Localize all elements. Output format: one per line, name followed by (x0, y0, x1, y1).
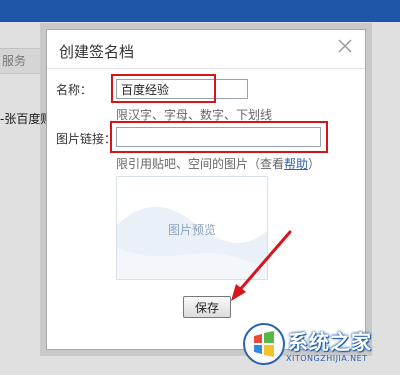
dialog-header-divider (47, 68, 365, 69)
image-link-highlight-box (110, 121, 328, 153)
windows-logo-icon (243, 323, 285, 365)
watermark-url: XITONGZHIJIA.NET (286, 354, 368, 363)
name-highlight-box (111, 74, 216, 103)
image-preview: 图片预览 (116, 176, 268, 280)
watermark-title: 系统之家 (288, 330, 372, 354)
name-label: 名称： (56, 83, 93, 97)
image-link-hint-close: ） (308, 157, 321, 171)
top-bar (0, 0, 400, 22)
dialog-title: 创建签名档 (59, 43, 135, 61)
image-link-hint-text: 限引用贴吧、空间的图片（查看 (116, 157, 285, 171)
image-link-hint: 限引用贴吧、空间的图片（查看帮助） (116, 155, 320, 172)
preview-label: 图片预览 (167, 223, 216, 237)
close-icon[interactable] (335, 36, 355, 56)
create-signature-dialog: 创建签名档 名称： 限汉字、字母、数字、下划线 图片链接： 限引用贴吧、空间的图… (46, 29, 366, 350)
help-link[interactable]: 帮助 (284, 157, 308, 171)
save-button[interactable]: 保存 (183, 296, 231, 318)
image-link-label: 图片链接： (56, 132, 117, 146)
watermark: 系统之家 XITONGZHIJIA.NET (240, 318, 398, 374)
